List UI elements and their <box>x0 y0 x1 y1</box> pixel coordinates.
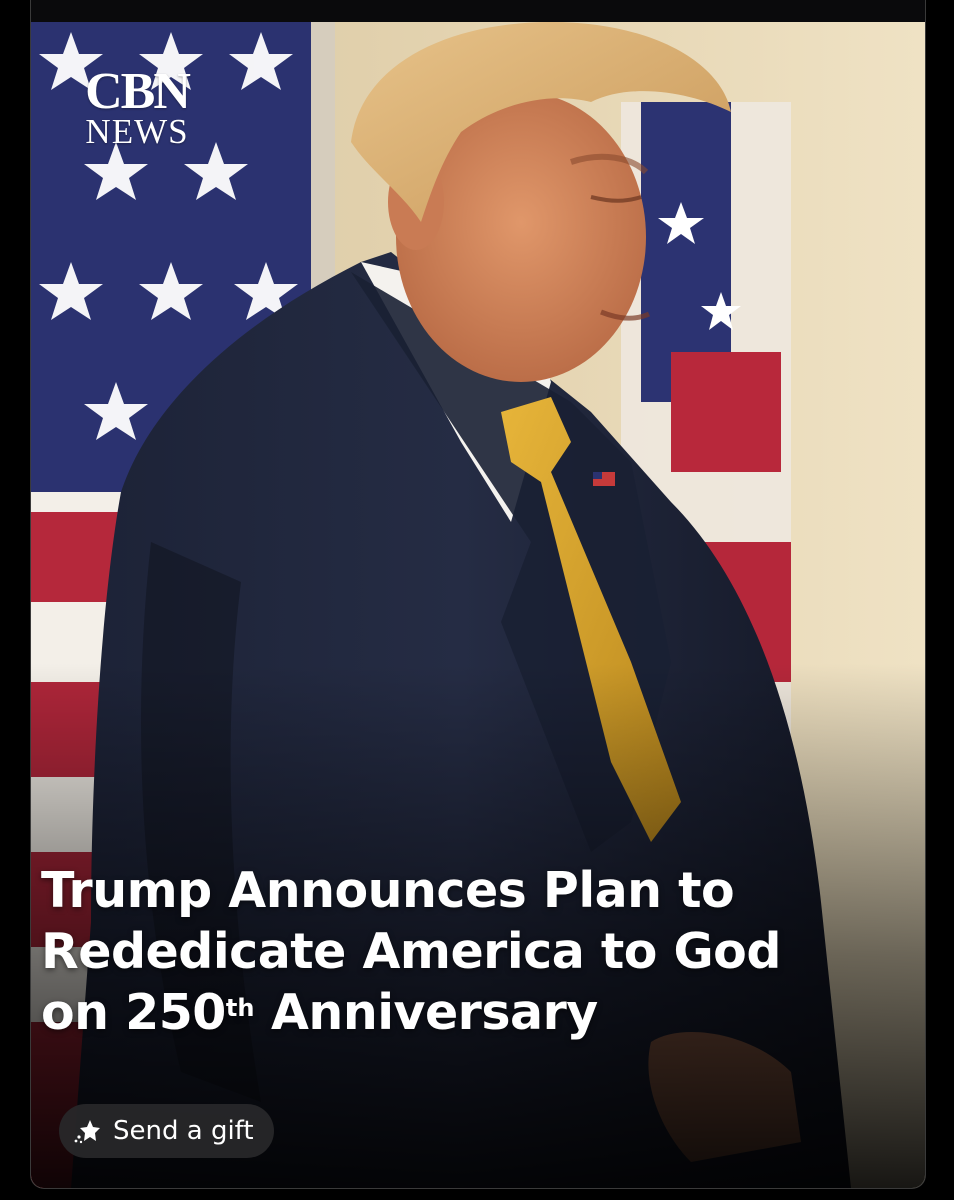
gift-sparkle-icon <box>73 1116 103 1146</box>
logo-line-1: CBN <box>85 63 191 120</box>
cbn-news-logo: CBN NEWS <box>47 63 227 151</box>
headline-line-3-start: on 250 <box>41 984 226 1041</box>
headline-ordinal-suffix: th <box>225 994 255 1022</box>
send-gift-button[interactable]: Send a gift <box>59 1104 274 1158</box>
send-gift-label: Send a gift <box>113 1116 254 1146</box>
headline-line-3: on 250th Anniversary <box>41 982 901 1043</box>
headline-line-1: Trump Announces Plan to <box>41 862 735 919</box>
post-headline: Trump Announces Plan to Rededicate Ameri… <box>41 860 901 1043</box>
post-card[interactable]: CBN NEWS Trump Announces Plan to Rededic… <box>30 0 926 1189</box>
headline-line-2: Rededicate America to God <box>41 923 781 980</box>
screen: CBN NEWS Trump Announces Plan to Rededic… <box>0 0 954 1200</box>
logo-line-2: NEWS <box>85 112 189 151</box>
headline-line-3-end: Anniversary <box>254 984 598 1041</box>
